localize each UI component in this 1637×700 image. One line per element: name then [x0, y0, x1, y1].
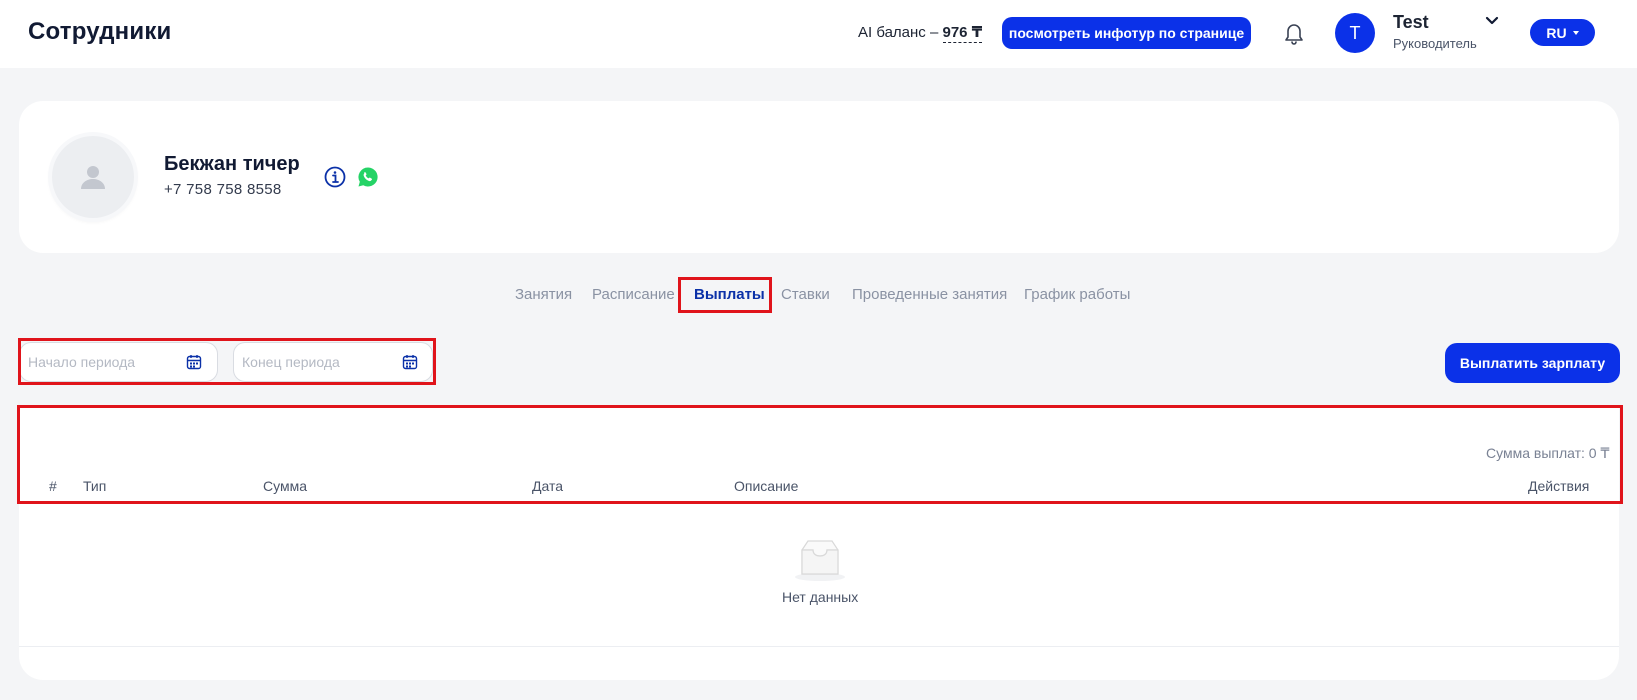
tab-lessons[interactable]: Занятия	[515, 286, 572, 303]
tab-rates[interactable]: Ставки	[781, 286, 830, 303]
info-icon[interactable]	[324, 166, 346, 188]
user-placeholder-icon	[81, 166, 105, 189]
language-selector[interactable]: RU	[1530, 19, 1595, 46]
whatsapp-icon[interactable]	[357, 166, 379, 188]
user-role: Руководитель	[1393, 36, 1477, 51]
caret-down-icon	[1572, 30, 1579, 35]
user-name[interactable]: Test	[1393, 12, 1429, 33]
language-label: RU	[1546, 24, 1567, 41]
table-header-highlight	[17, 405, 1623, 504]
ai-balance: AI баланс – 976 ₸	[858, 23, 983, 43]
info-tour-button[interactable]: посмотреть инфотур по странице	[1002, 17, 1251, 49]
ai-balance-label: AI баланс –	[858, 24, 939, 41]
ai-balance-value[interactable]: 976 ₸	[942, 24, 983, 43]
bell-icon[interactable]	[1282, 20, 1306, 46]
pay-salary-button[interactable]: Выплатить зарплату	[1445, 343, 1620, 383]
divider	[19, 646, 1619, 647]
tab-schedule[interactable]: Расписание	[592, 286, 675, 303]
employee-avatar	[52, 136, 134, 218]
tab-work-schedule[interactable]: График работы	[1024, 286, 1130, 303]
tab-conducted-lessons[interactable]: Проведенные занятия	[852, 286, 1007, 303]
top-bar: Сотрудники AI баланс – 976 ₸ посмотреть …	[0, 0, 1637, 68]
employee-name: Бекжан тичер	[164, 153, 300, 175]
page-title: Сотрудники	[28, 18, 172, 45]
employee-tabs: Занятия Расписание Выплаты Ставки Провед…	[0, 277, 1637, 313]
date-filters-highlight	[18, 338, 436, 385]
empty-inbox-icon	[795, 540, 845, 581]
user-avatar[interactable]: T	[1335, 13, 1375, 53]
employee-profile-card: Бекжан тичер +7 758 758 8558	[19, 101, 1619, 253]
empty-state-text: Нет данных	[782, 589, 859, 605]
employee-phone: +7 758 758 8558	[164, 181, 282, 198]
tab-payouts[interactable]: Выплаты	[694, 286, 765, 303]
chevron-down-icon[interactable]	[1485, 15, 1499, 27]
